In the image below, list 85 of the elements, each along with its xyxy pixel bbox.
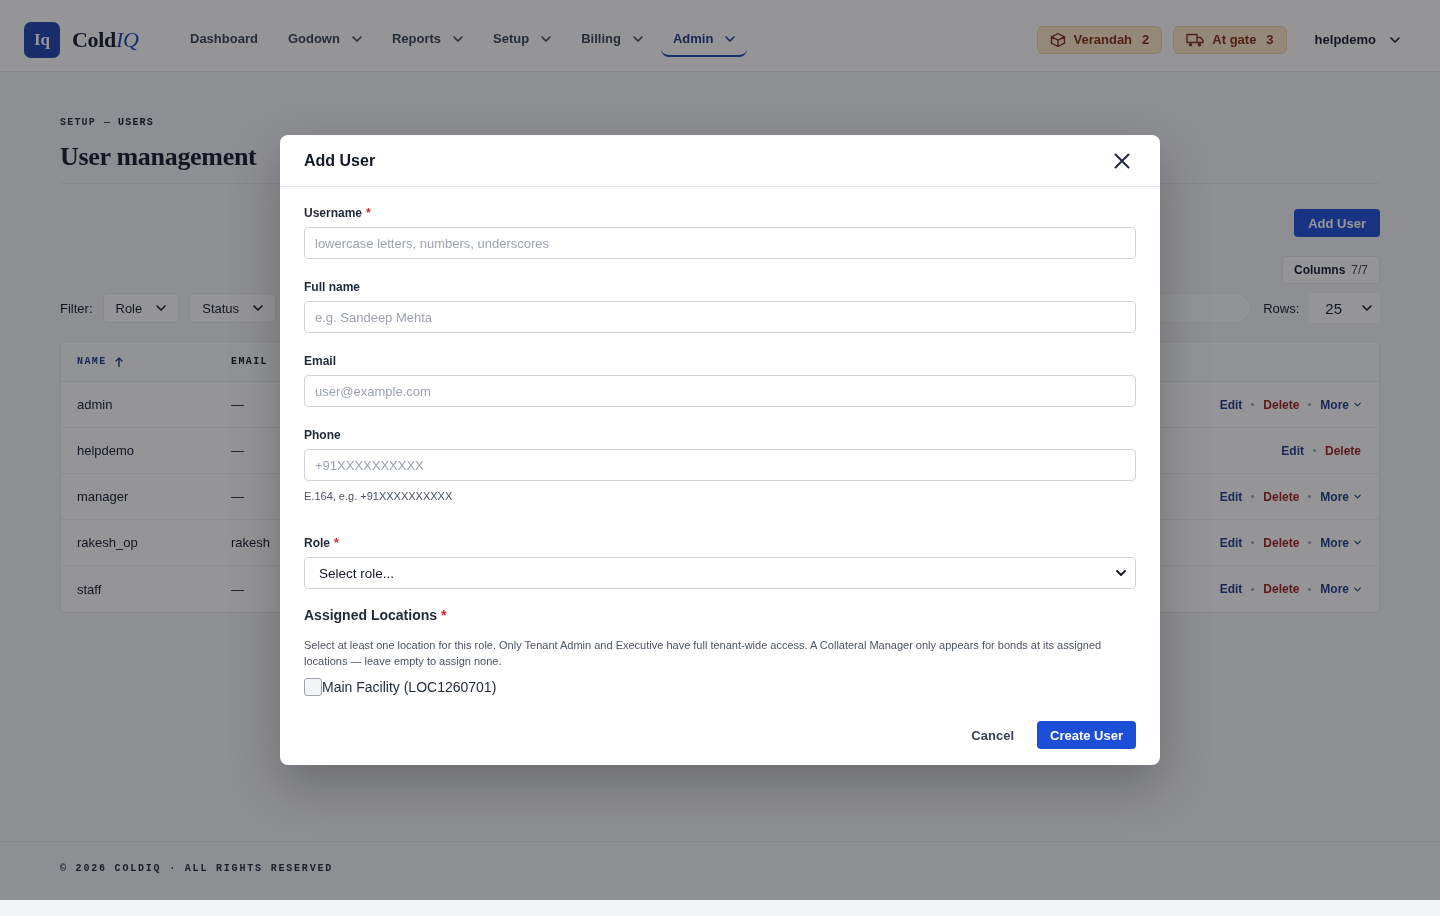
close-button[interactable] — [1114, 152, 1130, 169]
edit-link[interactable]: Edit — [1219, 582, 1243, 596]
nav-menu-item[interactable]: Reports — [379, 22, 476, 57]
brand-name: ColdIQ — [72, 26, 139, 53]
close-icon — [1114, 152, 1130, 169]
caret-down-icon — [541, 35, 552, 42]
caret-down-icon — [632, 35, 643, 42]
filter-dropdown[interactable]: Status — [189, 293, 277, 323]
status-chip[interactable]: Verandah 2 — [1036, 25, 1163, 54]
field-label: Full name — [304, 279, 361, 295]
chevron-down-icon — [1116, 570, 1126, 576]
table-cell: staff — [77, 581, 102, 597]
caret-down-icon — [351, 35, 362, 42]
table-cell: manager — [77, 489, 129, 504]
field-label: Role * — [304, 535, 340, 551]
caret-down-icon — [725, 35, 736, 42]
field-label: Email — [304, 353, 337, 369]
input-field[interactable]: lowercase letters, numbers, underscores — [304, 227, 1136, 259]
table-cell: — — [231, 489, 244, 504]
checkbox[interactable] — [304, 678, 322, 696]
field-label: Phone — [304, 427, 342, 443]
input-field[interactable]: user@example.com — [304, 375, 1136, 407]
table-cell: admin — [77, 397, 113, 412]
more-link[interactable]: More — [1320, 489, 1361, 504]
create-user-button[interactable]: Create User — [1037, 721, 1136, 749]
package-icon — [1049, 31, 1066, 48]
edit-link[interactable]: Edit — [1219, 397, 1243, 412]
column-header[interactable]: NAME — [77, 356, 123, 367]
table-cell: — — [231, 397, 244, 412]
delete-link[interactable]: Delete — [1263, 535, 1300, 550]
rows-label: Rows: — [1263, 300, 1300, 316]
edit-link[interactable]: Edit — [1281, 443, 1304, 458]
column-header[interactable]: EMAIL — [231, 356, 268, 367]
status-chip[interactable]: At gate 3 — [1173, 25, 1287, 54]
delete-link[interactable]: Delete — [1324, 443, 1361, 458]
caret-down-icon — [1362, 305, 1372, 311]
delete-link[interactable]: Delete — [1263, 582, 1300, 596]
nav-menu-item[interactable]: Billing — [569, 22, 655, 57]
caret-down-icon — [1390, 36, 1400, 43]
cancel-button[interactable]: Cancel — [959, 721, 1026, 749]
section-description: Select at least one location for this role. Only Tenant Admin and Executive have full tenant-wide access. A Collateral Manager only appears for bonds at its assigned locations — leave empty to assign none. — [304, 638, 1103, 669]
caret-down-icon — [1354, 586, 1361, 592]
nav-menu-item[interactable]: Godown — [275, 22, 374, 57]
caret-down-icon — [253, 305, 264, 311]
section-title: Assigned Locations * — [304, 606, 448, 625]
nav-menu-item[interactable]: Dashboard — [178, 22, 270, 57]
breadcrumb-link[interactable]: SETUP — [60, 116, 96, 128]
edit-link[interactable]: Edit — [1219, 489, 1243, 504]
caret-down-icon — [1354, 494, 1361, 499]
table-cell: — — [231, 581, 244, 597]
footer-text: © 2026 COLDIQ · ALL RIGHTS RESERVED — [60, 863, 334, 874]
app-logo[interactable]: Iq — [24, 21, 60, 58]
caret-down-icon — [1354, 540, 1361, 545]
nav-menu-item[interactable]: Admin — [660, 22, 748, 57]
checkbox-label[interactable]: Main Facility (LOC1260701) — [322, 679, 497, 695]
truck-icon — [1186, 32, 1205, 47]
select-field[interactable]: Select role... — [304, 557, 1136, 589]
field-label: Username * — [304, 205, 372, 221]
dialog-title: Add User — [304, 151, 376, 170]
rows-select[interactable]: 25 — [1309, 293, 1380, 323]
delete-link[interactable]: Delete — [1263, 397, 1300, 412]
input-field[interactable]: +91XXXXXXXXXX — [304, 449, 1136, 481]
columns-button[interactable]: Columns 7/7 — [1281, 256, 1380, 284]
caret-down-icon — [156, 305, 167, 311]
input-field[interactable]: e.g. Sandeep Mehta — [304, 301, 1136, 333]
caret-down-icon — [1354, 402, 1361, 407]
table-cell: — — [231, 443, 244, 458]
add-user-button[interactable]: Add User — [1294, 209, 1380, 237]
more-link[interactable]: More — [1320, 397, 1361, 412]
caret-down-icon — [453, 35, 464, 42]
arrow-up-icon — [114, 356, 123, 367]
table-cell: rakesh — [231, 535, 271, 550]
edit-link[interactable]: Edit — [1219, 535, 1243, 550]
more-link[interactable]: More — [1320, 582, 1361, 596]
table-cell: rakesh_op — [77, 535, 138, 550]
filter-dropdown[interactable]: Role — [102, 293, 180, 323]
user-menu-button[interactable]: helpdemo — [1314, 32, 1400, 47]
filter-label: Filter: — [60, 300, 93, 316]
more-link[interactable]: More — [1320, 535, 1361, 550]
delete-link[interactable]: Delete — [1263, 489, 1300, 504]
field-hint: E.164, e.g. +91XXXXXXXXXX — [304, 489, 454, 503]
nav-menu-item[interactable]: Setup — [481, 22, 564, 57]
table-cell: helpdemo — [77, 443, 135, 458]
breadcrumb-current: USERS — [118, 116, 155, 128]
page-title: User management — [60, 141, 257, 173]
